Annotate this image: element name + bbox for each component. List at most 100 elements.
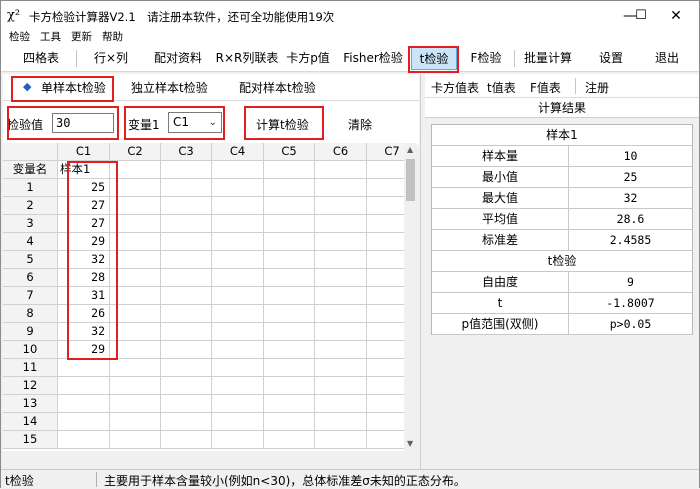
- data-cell[interactable]: [367, 413, 404, 431]
- toolbar-fourfold-table[interactable]: 四格表: [13, 47, 69, 70]
- vertical-scrollbar[interactable]: ▲ ▼: [404, 143, 417, 451]
- data-cell[interactable]: [315, 233, 367, 251]
- data-cell[interactable]: [367, 305, 404, 323]
- data-cell[interactable]: [212, 305, 264, 323]
- column-header-c3[interactable]: C3: [161, 143, 212, 161]
- data-cell[interactable]: [315, 215, 367, 233]
- data-cell[interactable]: [58, 359, 110, 377]
- data-cell[interactable]: [315, 197, 367, 215]
- data-cell[interactable]: [367, 359, 404, 377]
- data-cell[interactable]: [315, 287, 367, 305]
- scroll-down-icon[interactable]: ▼: [407, 439, 413, 448]
- var-name-cell[interactable]: [212, 161, 264, 179]
- data-cell[interactable]: [161, 323, 212, 341]
- data-cell[interactable]: [264, 215, 315, 233]
- data-cell[interactable]: [212, 197, 264, 215]
- var-name-cell[interactable]: [264, 161, 315, 179]
- data-cell[interactable]: [367, 431, 404, 449]
- data-cell[interactable]: [367, 251, 404, 269]
- data-cell[interactable]: [161, 179, 212, 197]
- data-cell[interactable]: [212, 341, 264, 359]
- data-cell[interactable]: [315, 359, 367, 377]
- data-cell[interactable]: [264, 179, 315, 197]
- data-cell[interactable]: [161, 395, 212, 413]
- tab-f-table[interactable]: F值表: [530, 79, 561, 96]
- data-cell[interactable]: [264, 413, 315, 431]
- menu-test[interactable]: 检验: [9, 31, 30, 43]
- data-cell[interactable]: [367, 395, 404, 413]
- tab-paired-t[interactable]: 配对样本t检验: [239, 79, 316, 96]
- toolbar-settings[interactable]: 设置: [589, 47, 633, 70]
- data-cell[interactable]: [58, 377, 110, 395]
- data-cell[interactable]: [264, 269, 315, 287]
- toolbar-row-by-column[interactable]: 行×列: [85, 47, 137, 70]
- var-name-cell[interactable]: [161, 161, 212, 179]
- data-cell[interactable]: [315, 431, 367, 449]
- tab-chi-square-table[interactable]: 卡方值表: [431, 79, 479, 96]
- data-cell[interactable]: [264, 431, 315, 449]
- data-cell[interactable]: [367, 179, 404, 197]
- data-cell[interactable]: [264, 341, 315, 359]
- data-cell[interactable]: [315, 305, 367, 323]
- data-cell[interactable]: [315, 377, 367, 395]
- data-cell[interactable]: [315, 413, 367, 431]
- data-cell[interactable]: [367, 197, 404, 215]
- toolbar-chi-square-p[interactable]: 卡方p值: [283, 47, 333, 70]
- data-cell[interactable]: [161, 233, 212, 251]
- data-cell[interactable]: [161, 431, 212, 449]
- data-cell[interactable]: [212, 359, 264, 377]
- column-header-c4[interactable]: C4: [212, 143, 264, 161]
- tab-register[interactable]: 注册: [585, 79, 609, 96]
- data-cell[interactable]: [161, 341, 212, 359]
- data-cell[interactable]: [367, 377, 404, 395]
- data-cell[interactable]: [161, 359, 212, 377]
- data-cell[interactable]: [110, 377, 161, 395]
- data-cell[interactable]: [110, 431, 161, 449]
- close-button[interactable]: ✕: [653, 1, 699, 31]
- data-cell[interactable]: [212, 233, 264, 251]
- scroll-thumb[interactable]: [406, 159, 415, 201]
- column-header-c7[interactable]: C7: [367, 143, 404, 161]
- column-header-c5[interactable]: C5: [264, 143, 315, 161]
- data-cell[interactable]: [264, 197, 315, 215]
- var-name-cell[interactable]: [367, 161, 404, 179]
- data-cell[interactable]: [110, 359, 161, 377]
- toolbar-batch-calc[interactable]: 批量计算: [517, 47, 579, 70]
- data-cell[interactable]: [212, 179, 264, 197]
- toolbar-fisher-test[interactable]: Fisher检验: [338, 47, 408, 70]
- data-cell[interactable]: [161, 287, 212, 305]
- data-cell[interactable]: [212, 251, 264, 269]
- data-cell[interactable]: [315, 269, 367, 287]
- tab-independent-t[interactable]: 独立样本t检验: [131, 79, 208, 96]
- data-cell[interactable]: [367, 287, 404, 305]
- data-cell[interactable]: [315, 395, 367, 413]
- pane-splitter[interactable]: [420, 74, 424, 469]
- data-cell[interactable]: [264, 395, 315, 413]
- data-cell[interactable]: [161, 377, 212, 395]
- toolbar-f-test[interactable]: F检验: [463, 47, 509, 70]
- data-cell[interactable]: [264, 305, 315, 323]
- data-cell[interactable]: [161, 215, 212, 233]
- data-cell[interactable]: [367, 233, 404, 251]
- data-cell[interactable]: [367, 323, 404, 341]
- data-cell[interactable]: [212, 269, 264, 287]
- data-cell[interactable]: [367, 341, 404, 359]
- data-cell[interactable]: [212, 323, 264, 341]
- data-cell[interactable]: [58, 395, 110, 413]
- column-header-c2[interactable]: C2: [110, 143, 161, 161]
- toolbar-exit[interactable]: 退出: [645, 47, 689, 70]
- data-cell[interactable]: [264, 377, 315, 395]
- menu-help[interactable]: 帮助: [102, 31, 123, 43]
- toolbar-rxr-contingency[interactable]: R×R列联表: [212, 47, 282, 70]
- data-cell[interactable]: [367, 215, 404, 233]
- data-cell[interactable]: [212, 395, 264, 413]
- data-cell[interactable]: [58, 413, 110, 431]
- data-cell[interactable]: [110, 413, 161, 431]
- clear-button[interactable]: 清除: [348, 116, 372, 133]
- toolbar-paired-data[interactable]: 配对资料: [147, 47, 209, 70]
- var-name-cell[interactable]: [315, 161, 367, 179]
- data-cell[interactable]: [212, 431, 264, 449]
- data-cell[interactable]: [264, 323, 315, 341]
- data-cell[interactable]: [315, 341, 367, 359]
- data-cell[interactable]: [315, 179, 367, 197]
